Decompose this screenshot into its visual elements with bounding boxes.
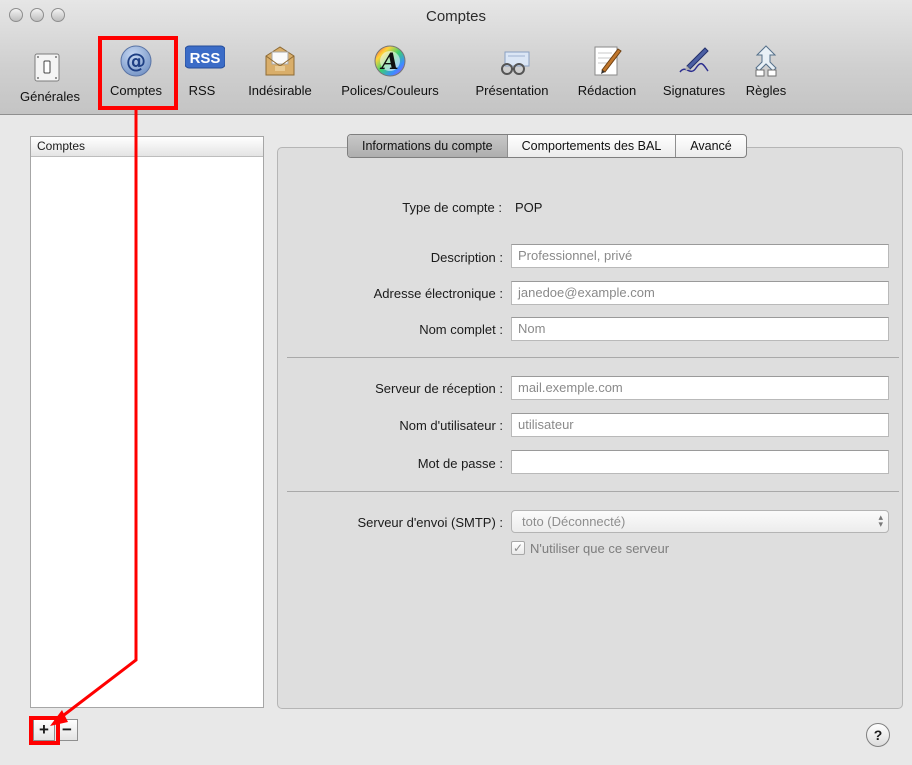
preferences-window: Comptes Générales @ Comptes RSS RSS Indé… [0,0,912,765]
annotation-arrow-icon [50,110,138,726]
